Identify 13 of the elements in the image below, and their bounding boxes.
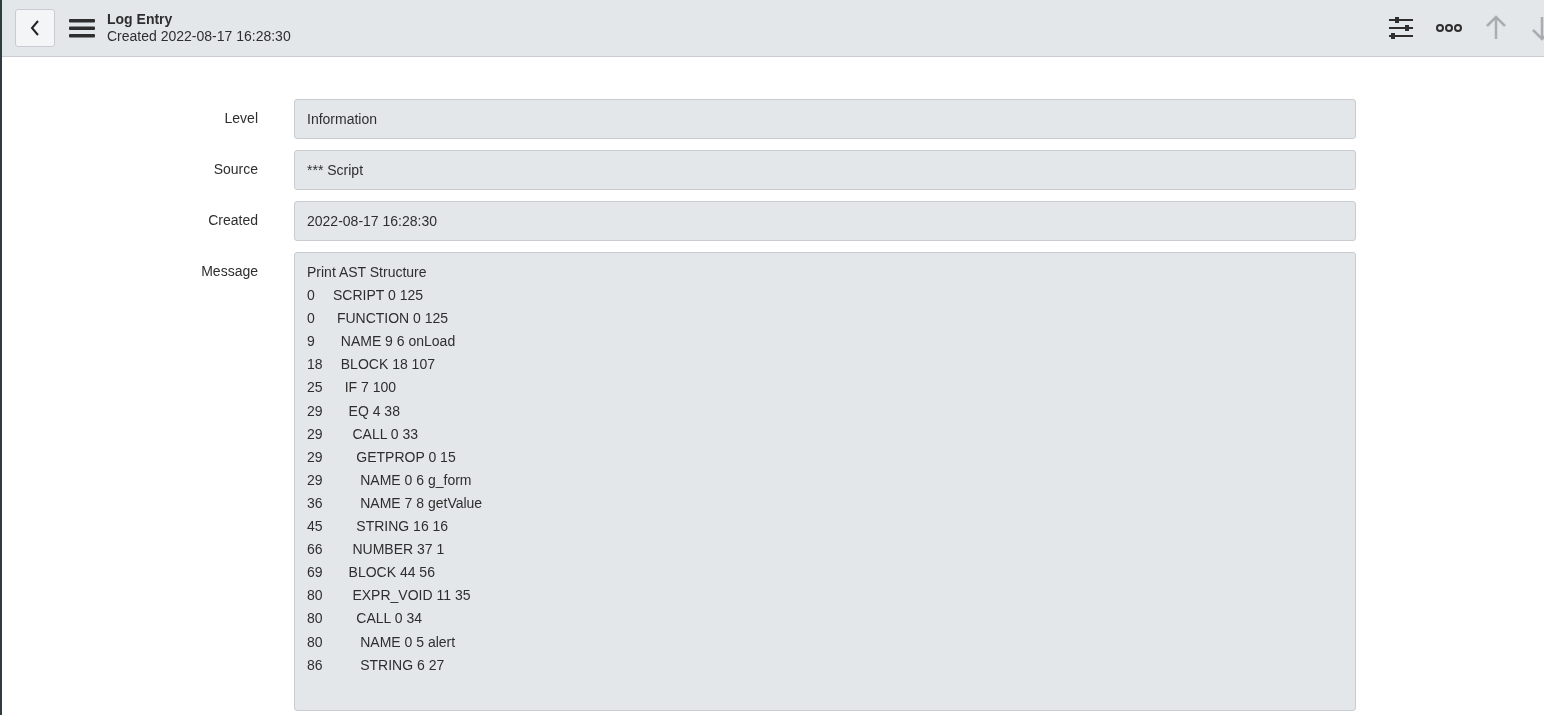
field-label: Source (212, 160, 258, 179)
read-only-field[interactable]: Information (294, 99, 1356, 139)
back-button[interactable] (15, 9, 55, 47)
field-label: Created (207, 211, 258, 230)
message-field[interactable]: Print AST Structure 0 SCRIPT 0 125 0 FUNCTION 0 125 9 NAME 9 6 onLoad 18 BLOCK 18 107 25 IF 7 100 29 EQ 4 38 29 CALL 0 33 29 GETPROP 0 15 29 NAME 0 6 g_form 36 NAME 7 8 getValue 45 STRING 16 16 66 NUMBER 37 1 69 BLOCK 44 56 80 EXPR_VOID 11 35 80 CALL 0 34 80 NAME 0 5 alert 86 STRING 6 27 (294, 252, 1356, 711)
field-label: Level (223, 109, 258, 128)
chevron-left-icon (29, 19, 41, 37)
read-only-field[interactable]: 2022-08-17 16:28:30 (294, 201, 1356, 241)
menu-icon[interactable] (69, 18, 95, 38)
field-label: Message (200, 262, 258, 281)
page-subtitle: Created 2022-08-17 16:28:30 (107, 28, 291, 45)
page-title: Log Entry (107, 11, 174, 28)
read-only-field[interactable]: *** Script (294, 150, 1356, 190)
